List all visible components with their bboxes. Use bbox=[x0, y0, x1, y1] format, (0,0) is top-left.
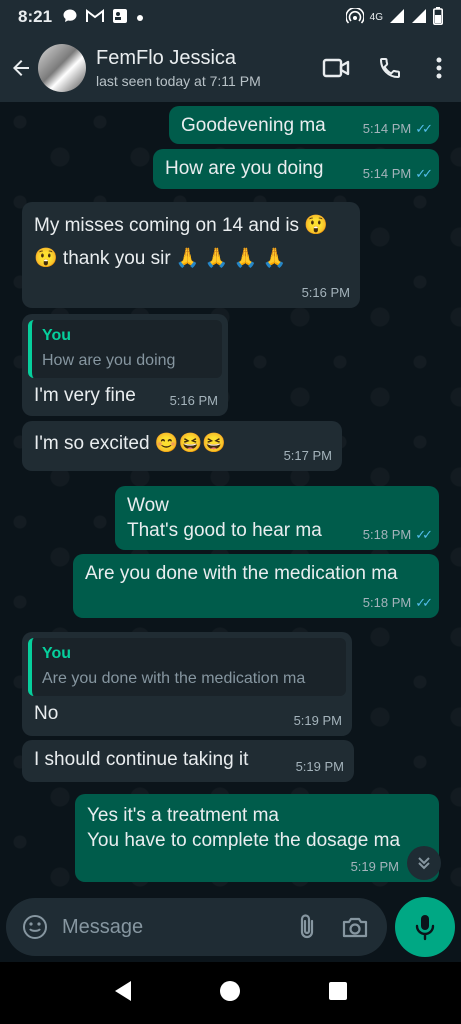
microphone-icon bbox=[415, 915, 435, 941]
message-bubble-outgoing[interactable]: Yes it's a treatment ma You have to comp… bbox=[75, 794, 439, 882]
message-bubble-incoming[interactable]: I'm so excited 😊😆😆 5:17 PM bbox=[22, 421, 342, 471]
emoji-button[interactable] bbox=[20, 912, 50, 942]
message-time: 5:17 PM bbox=[283, 448, 332, 464]
message-meta: 5:17 PM bbox=[284, 448, 332, 465]
message-bubble-incoming[interactable]: You Are you done with the medication ma … bbox=[22, 632, 352, 736]
hotspot-icon bbox=[344, 6, 365, 27]
quote-text: Are you done with the medication ma bbox=[42, 669, 306, 687]
read-ticks-icon: ✓✓ bbox=[415, 527, 433, 543]
camera-icon bbox=[343, 917, 368, 938]
message-bubble-outgoing[interactable]: How are you doing 5:14 PM ✓✓ bbox=[153, 149, 439, 189]
message-bubble-incoming[interactable]: My misses coming on 14 and is 😲 😲 thank … bbox=[22, 202, 360, 308]
voice-message-button[interactable] bbox=[395, 897, 455, 957]
back-triangle-icon bbox=[115, 980, 132, 1001]
message-time: 5:19 PM bbox=[293, 713, 342, 729]
emoji-icon bbox=[23, 915, 47, 939]
message-time: 5:14 PM bbox=[362, 166, 412, 182]
recents-square-icon bbox=[328, 981, 347, 1000]
message-input[interactable]: Message bbox=[62, 916, 277, 939]
read-ticks-icon: ✓✓ bbox=[415, 166, 433, 182]
message-text: My misses coming on 14 and is 😲 bbox=[34, 215, 328, 236]
message-meta: 5:14 PM ✓✓ bbox=[362, 121, 433, 138]
message-time: 5:14 PM bbox=[362, 121, 412, 137]
message-meta: 5:19 PM bbox=[351, 859, 399, 876]
more-options-button[interactable] bbox=[417, 38, 461, 98]
quoted-message[interactable]: You Are you done with the medication ma bbox=[28, 638, 346, 696]
chat-area[interactable]: Goodevening ma 5:14 PM ✓✓ How are you do… bbox=[0, 102, 461, 892]
message-text: Yes it's a treatment ma bbox=[87, 805, 279, 826]
quote-author: You bbox=[42, 327, 72, 344]
status-right-icons: 4G bbox=[344, 6, 443, 28]
signal-icon-2 bbox=[411, 8, 427, 27]
message-input-box[interactable]: Message bbox=[6, 898, 388, 956]
kebab-menu-icon bbox=[436, 57, 442, 79]
last-seen: last seen today at 7:11 PM bbox=[96, 73, 261, 89]
home-circle-icon bbox=[220, 980, 241, 1001]
message-bubble-incoming[interactable]: I should continue taking it 5:19 PM bbox=[22, 740, 354, 782]
double-chevron-down-icon bbox=[418, 857, 430, 870]
scroll-to-bottom-button[interactable] bbox=[407, 846, 441, 880]
message-bubble-outgoing[interactable]: Wow That's good to hear ma 5:18 PM ✓✓ bbox=[115, 486, 439, 550]
status-bar: 8:21 4G bbox=[0, 0, 461, 34]
message-composer: Message bbox=[0, 892, 461, 962]
message-meta: 5:16 PM bbox=[170, 393, 218, 410]
camera-button[interactable] bbox=[337, 909, 373, 945]
message-text: 😲 thank you sir 🙏 🙏 🙏 🙏 bbox=[34, 247, 287, 269]
message-meta: 5:16 PM bbox=[302, 285, 350, 302]
message-time: 5:18 PM bbox=[362, 595, 412, 611]
chat-bubble-icon bbox=[62, 8, 78, 27]
contact-card-icon bbox=[112, 8, 128, 27]
message-meta: 5:18 PM ✓✓ bbox=[362, 595, 433, 612]
nav-back-button[interactable] bbox=[113, 980, 133, 1007]
message-meta: 5:19 PM bbox=[294, 713, 342, 730]
attach-button[interactable] bbox=[289, 909, 325, 945]
contact-info[interactable]: FemFlo Jessica last seen today at 7:11 P… bbox=[96, 47, 309, 89]
message-text: Wow bbox=[127, 495, 169, 516]
voice-call-button[interactable] bbox=[363, 38, 417, 98]
back-arrow-icon bbox=[13, 60, 29, 76]
message-bubble-outgoing[interactable]: Goodevening ma 5:14 PM ✓✓ bbox=[169, 106, 439, 144]
video-call-button[interactable] bbox=[309, 38, 363, 98]
status-time: 8:21 bbox=[18, 7, 53, 26]
nav-home-button[interactable] bbox=[219, 980, 241, 1007]
dot-icon bbox=[136, 9, 144, 25]
signal-icon bbox=[389, 8, 405, 27]
quote-text: How are you doing bbox=[42, 351, 176, 369]
message-text: You have to complete the dosage ma bbox=[87, 829, 401, 851]
quoted-message[interactable]: You How are you doing bbox=[28, 320, 222, 378]
nav-recents-button[interactable] bbox=[328, 981, 348, 1006]
quote-author: You bbox=[42, 645, 72, 662]
network-type: 4G bbox=[369, 11, 383, 23]
back-button[interactable] bbox=[4, 48, 38, 88]
paperclip-icon bbox=[301, 914, 314, 939]
avatar[interactable] bbox=[38, 44, 86, 92]
message-text: Are you done with the medication ma bbox=[85, 563, 398, 584]
system-nav-bar bbox=[0, 962, 461, 1024]
read-ticks-icon: ✓✓ bbox=[415, 121, 433, 137]
message-meta: 5:18 PM ✓✓ bbox=[362, 527, 433, 544]
message-time: 5:18 PM bbox=[362, 527, 412, 543]
message-bubble-outgoing[interactable]: Are you done with the medication ma 5:18… bbox=[73, 554, 439, 618]
notification-icons bbox=[62, 8, 144, 27]
battery-icon bbox=[433, 6, 443, 28]
message-time: 5:16 PM bbox=[169, 393, 218, 409]
message-time: 5:19 PM bbox=[350, 859, 399, 875]
phone-icon bbox=[379, 58, 400, 79]
message-time: 5:16 PM bbox=[301, 285, 350, 301]
chat-header: FemFlo Jessica last seen today at 7:11 P… bbox=[0, 34, 461, 102]
message-meta: 5:14 PM ✓✓ bbox=[362, 166, 433, 183]
gmail-icon bbox=[86, 8, 105, 26]
message-meta: 5:19 PM bbox=[296, 759, 344, 776]
contact-name: FemFlo Jessica bbox=[96, 47, 237, 69]
message-bubble-incoming[interactable]: You How are you doing I'm very fine 5:16… bbox=[22, 314, 228, 416]
message-time: 5:19 PM bbox=[295, 759, 344, 775]
read-ticks-icon: ✓✓ bbox=[415, 595, 433, 611]
video-camera-icon bbox=[322, 58, 350, 78]
